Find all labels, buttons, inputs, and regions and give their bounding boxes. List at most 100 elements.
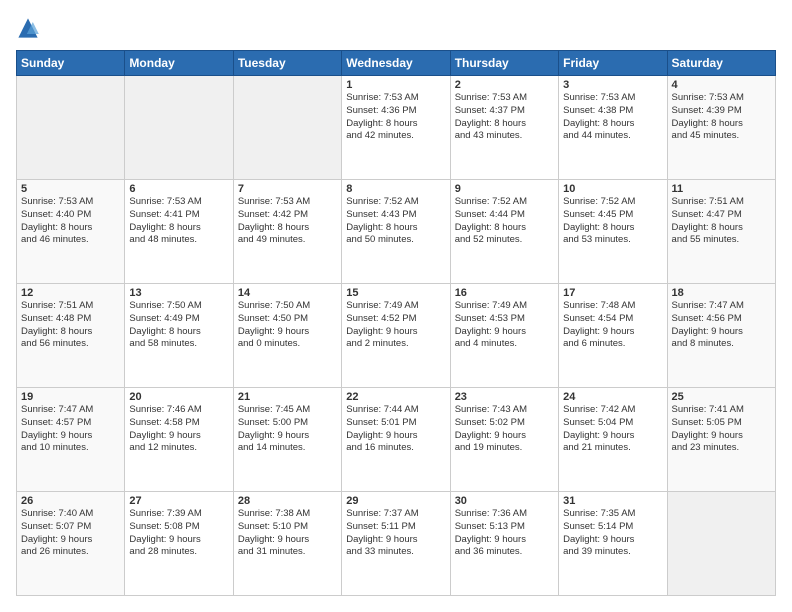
day-number: 21 <box>238 391 337 403</box>
day-info: Sunrise: 7:53 AMSunset: 4:40 PMDaylight:… <box>21 196 120 247</box>
day-number: 16 <box>455 287 554 299</box>
day-info: Sunrise: 7:52 AMSunset: 4:44 PMDaylight:… <box>455 196 554 247</box>
calendar-cell: 20Sunrise: 7:46 AMSunset: 4:58 PMDayligh… <box>125 388 233 492</box>
day-number: 19 <box>21 391 120 403</box>
day-number: 26 <box>21 495 120 507</box>
day-number: 28 <box>238 495 337 507</box>
day-info: Sunrise: 7:45 AMSunset: 5:00 PMDaylight:… <box>238 404 337 455</box>
day-number: 7 <box>238 183 337 195</box>
day-info: Sunrise: 7:53 AMSunset: 4:38 PMDaylight:… <box>563 92 662 143</box>
day-info: Sunrise: 7:41 AMSunset: 5:05 PMDaylight:… <box>672 404 771 455</box>
calendar-cell <box>667 492 775 596</box>
weekday-header-monday: Monday <box>125 51 233 76</box>
day-info: Sunrise: 7:36 AMSunset: 5:13 PMDaylight:… <box>455 508 554 559</box>
calendar-cell: 13Sunrise: 7:50 AMSunset: 4:49 PMDayligh… <box>125 284 233 388</box>
day-number: 10 <box>563 183 662 195</box>
day-info: Sunrise: 7:53 AMSunset: 4:36 PMDaylight:… <box>346 92 445 143</box>
calendar-cell: 4Sunrise: 7:53 AMSunset: 4:39 PMDaylight… <box>667 76 775 180</box>
calendar-cell: 5Sunrise: 7:53 AMSunset: 4:40 PMDaylight… <box>17 180 125 284</box>
weekday-header-tuesday: Tuesday <box>233 51 341 76</box>
calendar-cell <box>17 76 125 180</box>
calendar-cell: 26Sunrise: 7:40 AMSunset: 5:07 PMDayligh… <box>17 492 125 596</box>
day-number: 31 <box>563 495 662 507</box>
day-info: Sunrise: 7:53 AMSunset: 4:39 PMDaylight:… <box>672 92 771 143</box>
week-row-5: 26Sunrise: 7:40 AMSunset: 5:07 PMDayligh… <box>17 492 776 596</box>
logo <box>16 16 44 40</box>
day-info: Sunrise: 7:51 AMSunset: 4:47 PMDaylight:… <box>672 196 771 247</box>
calendar-cell <box>233 76 341 180</box>
calendar-cell: 23Sunrise: 7:43 AMSunset: 5:02 PMDayligh… <box>450 388 558 492</box>
calendar-cell: 18Sunrise: 7:47 AMSunset: 4:56 PMDayligh… <box>667 284 775 388</box>
calendar-cell: 22Sunrise: 7:44 AMSunset: 5:01 PMDayligh… <box>342 388 450 492</box>
calendar-cell: 29Sunrise: 7:37 AMSunset: 5:11 PMDayligh… <box>342 492 450 596</box>
day-info: Sunrise: 7:35 AMSunset: 5:14 PMDaylight:… <box>563 508 662 559</box>
day-number: 1 <box>346 79 445 91</box>
day-info: Sunrise: 7:42 AMSunset: 5:04 PMDaylight:… <box>563 404 662 455</box>
day-number: 23 <box>455 391 554 403</box>
calendar-cell: 14Sunrise: 7:50 AMSunset: 4:50 PMDayligh… <box>233 284 341 388</box>
day-info: Sunrise: 7:51 AMSunset: 4:48 PMDaylight:… <box>21 300 120 351</box>
calendar-cell: 21Sunrise: 7:45 AMSunset: 5:00 PMDayligh… <box>233 388 341 492</box>
week-row-4: 19Sunrise: 7:47 AMSunset: 4:57 PMDayligh… <box>17 388 776 492</box>
day-info: Sunrise: 7:37 AMSunset: 5:11 PMDaylight:… <box>346 508 445 559</box>
day-number: 13 <box>129 287 228 299</box>
logo-icon <box>16 16 40 40</box>
weekday-header-sunday: Sunday <box>17 51 125 76</box>
weekday-header-thursday: Thursday <box>450 51 558 76</box>
calendar-cell: 7Sunrise: 7:53 AMSunset: 4:42 PMDaylight… <box>233 180 341 284</box>
calendar-cell: 10Sunrise: 7:52 AMSunset: 4:45 PMDayligh… <box>559 180 667 284</box>
day-number: 5 <box>21 183 120 195</box>
day-info: Sunrise: 7:49 AMSunset: 4:52 PMDaylight:… <box>346 300 445 351</box>
weekday-header-saturday: Saturday <box>667 51 775 76</box>
calendar-cell: 3Sunrise: 7:53 AMSunset: 4:38 PMDaylight… <box>559 76 667 180</box>
day-info: Sunrise: 7:40 AMSunset: 5:07 PMDaylight:… <box>21 508 120 559</box>
day-number: 6 <box>129 183 228 195</box>
day-number: 4 <box>672 79 771 91</box>
day-number: 17 <box>563 287 662 299</box>
day-number: 3 <box>563 79 662 91</box>
weekday-header-friday: Friday <box>559 51 667 76</box>
day-info: Sunrise: 7:46 AMSunset: 4:58 PMDaylight:… <box>129 404 228 455</box>
calendar-cell: 12Sunrise: 7:51 AMSunset: 4:48 PMDayligh… <box>17 284 125 388</box>
day-info: Sunrise: 7:50 AMSunset: 4:49 PMDaylight:… <box>129 300 228 351</box>
day-info: Sunrise: 7:44 AMSunset: 5:01 PMDaylight:… <box>346 404 445 455</box>
day-number: 11 <box>672 183 771 195</box>
day-info: Sunrise: 7:39 AMSunset: 5:08 PMDaylight:… <box>129 508 228 559</box>
day-number: 2 <box>455 79 554 91</box>
calendar: SundayMondayTuesdayWednesdayThursdayFrid… <box>16 50 776 596</box>
day-info: Sunrise: 7:53 AMSunset: 4:41 PMDaylight:… <box>129 196 228 247</box>
day-number: 18 <box>672 287 771 299</box>
calendar-cell: 2Sunrise: 7:53 AMSunset: 4:37 PMDaylight… <box>450 76 558 180</box>
calendar-cell: 19Sunrise: 7:47 AMSunset: 4:57 PMDayligh… <box>17 388 125 492</box>
weekday-header-row: SundayMondayTuesdayWednesdayThursdayFrid… <box>17 51 776 76</box>
day-info: Sunrise: 7:38 AMSunset: 5:10 PMDaylight:… <box>238 508 337 559</box>
calendar-cell: 1Sunrise: 7:53 AMSunset: 4:36 PMDaylight… <box>342 76 450 180</box>
day-info: Sunrise: 7:53 AMSunset: 4:42 PMDaylight:… <box>238 196 337 247</box>
calendar-cell: 25Sunrise: 7:41 AMSunset: 5:05 PMDayligh… <box>667 388 775 492</box>
day-info: Sunrise: 7:48 AMSunset: 4:54 PMDaylight:… <box>563 300 662 351</box>
calendar-cell: 24Sunrise: 7:42 AMSunset: 5:04 PMDayligh… <box>559 388 667 492</box>
day-number: 24 <box>563 391 662 403</box>
calendar-cell <box>125 76 233 180</box>
day-number: 12 <box>21 287 120 299</box>
calendar-cell: 30Sunrise: 7:36 AMSunset: 5:13 PMDayligh… <box>450 492 558 596</box>
day-number: 25 <box>672 391 771 403</box>
day-info: Sunrise: 7:47 AMSunset: 4:57 PMDaylight:… <box>21 404 120 455</box>
calendar-cell: 8Sunrise: 7:52 AMSunset: 4:43 PMDaylight… <box>342 180 450 284</box>
day-number: 20 <box>129 391 228 403</box>
day-number: 27 <box>129 495 228 507</box>
calendar-cell: 9Sunrise: 7:52 AMSunset: 4:44 PMDaylight… <box>450 180 558 284</box>
calendar-cell: 15Sunrise: 7:49 AMSunset: 4:52 PMDayligh… <box>342 284 450 388</box>
day-info: Sunrise: 7:43 AMSunset: 5:02 PMDaylight:… <box>455 404 554 455</box>
day-info: Sunrise: 7:47 AMSunset: 4:56 PMDaylight:… <box>672 300 771 351</box>
week-row-2: 5Sunrise: 7:53 AMSunset: 4:40 PMDaylight… <box>17 180 776 284</box>
day-info: Sunrise: 7:53 AMSunset: 4:37 PMDaylight:… <box>455 92 554 143</box>
day-number: 9 <box>455 183 554 195</box>
calendar-cell: 11Sunrise: 7:51 AMSunset: 4:47 PMDayligh… <box>667 180 775 284</box>
calendar-cell: 16Sunrise: 7:49 AMSunset: 4:53 PMDayligh… <box>450 284 558 388</box>
day-info: Sunrise: 7:52 AMSunset: 4:43 PMDaylight:… <box>346 196 445 247</box>
day-number: 30 <box>455 495 554 507</box>
day-info: Sunrise: 7:49 AMSunset: 4:53 PMDaylight:… <box>455 300 554 351</box>
page: SundayMondayTuesdayWednesdayThursdayFrid… <box>0 0 792 612</box>
day-number: 14 <box>238 287 337 299</box>
